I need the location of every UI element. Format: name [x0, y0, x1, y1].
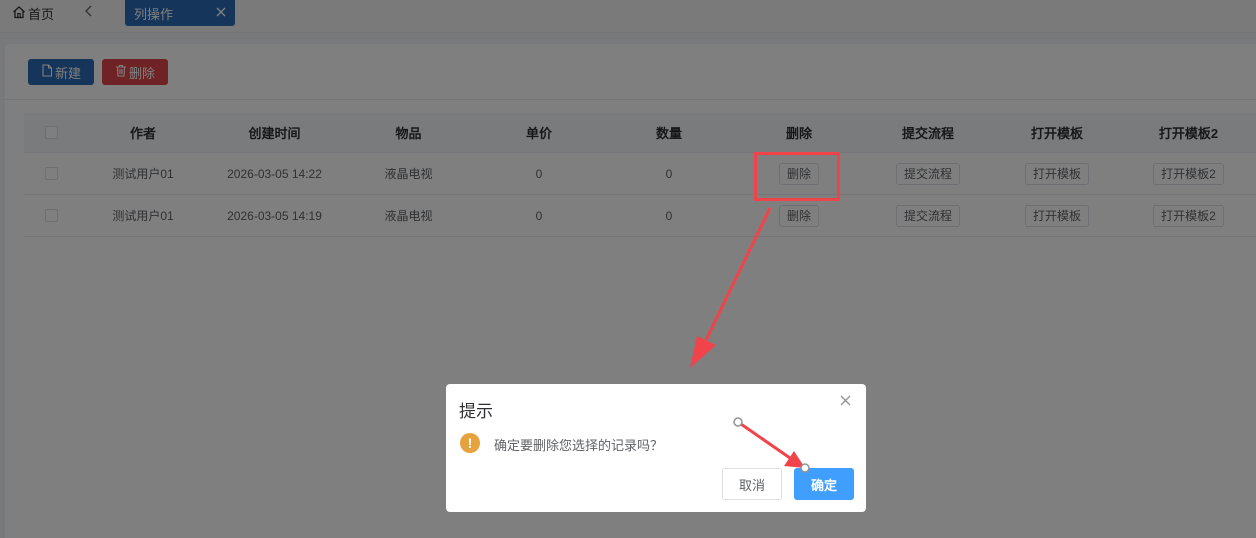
dialog-message: 确定要删除您选择的记录吗？: [494, 438, 664, 453]
dialog-title: 提示: [459, 402, 493, 421]
dialog-close-button[interactable]: [837, 394, 853, 410]
dialog-confirm-button[interactable]: 确定: [794, 468, 854, 500]
confirm-dialog: 提示 ! 确定要删除您选择的记录吗？ 取消 确定: [446, 384, 866, 512]
dialog-cancel-button[interactable]: 取消: [722, 468, 782, 500]
close-icon: [840, 395, 851, 409]
warning-icon: !: [460, 433, 480, 453]
annotation-highlight-box: [754, 152, 840, 201]
